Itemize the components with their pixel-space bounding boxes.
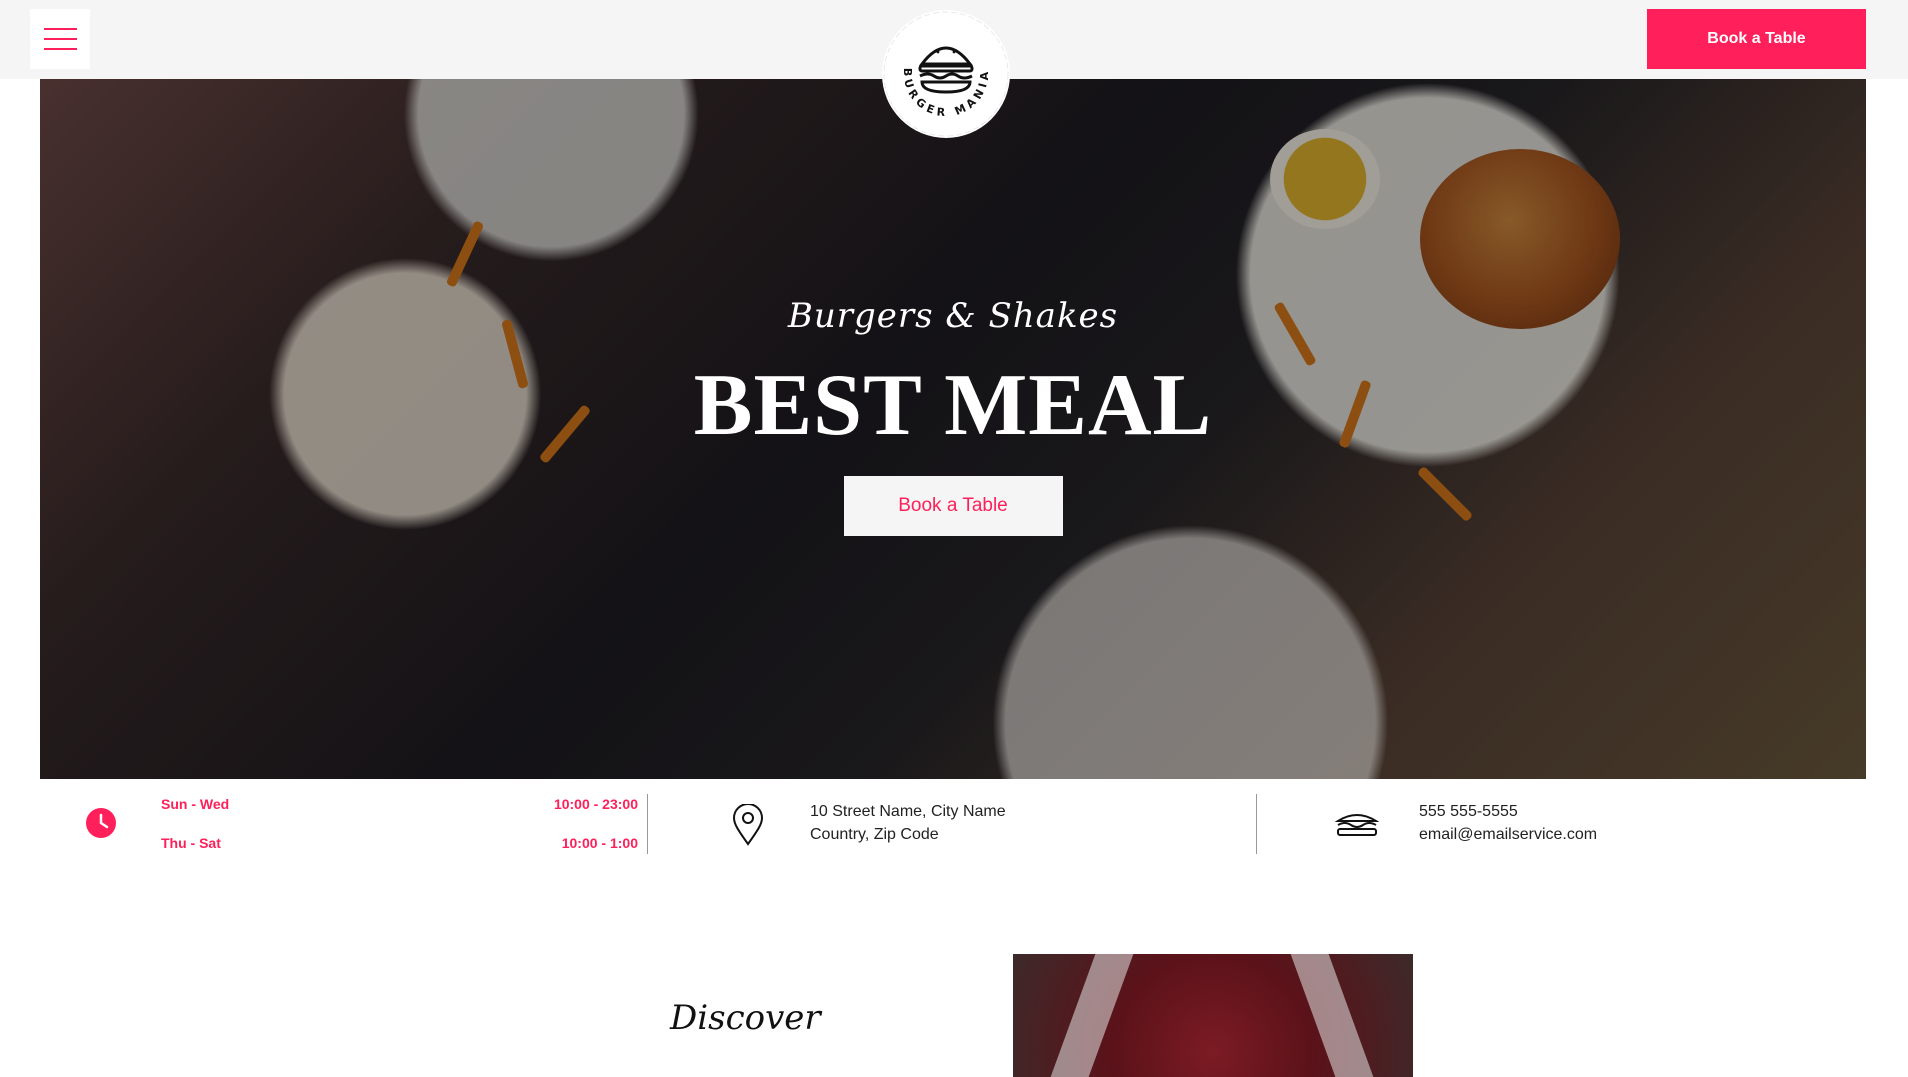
hours-day: Sun - Wed — [161, 796, 230, 812]
discover-heading: Discover — [670, 998, 821, 1038]
book-table-hero-button[interactable]: Book a Table — [843, 476, 1063, 536]
logo[interactable]: BURGER MANIA — [882, 10, 1010, 138]
discover-photo — [1013, 954, 1413, 1077]
opening-hours: Sun - Wed 10:00 - 23:00 Thu - Sat 10:00 … — [40, 779, 648, 879]
info-strip: Sun - Wed 10:00 - 23:00 Thu - Sat 10:00 … — [40, 779, 1866, 879]
hours-time: 10:00 - 1:00 — [561, 835, 638, 851]
hero-title: BEST MEAL — [693, 357, 1213, 454]
hours-time: 10:00 - 23:00 — [553, 796, 638, 812]
menu-icon-line — [43, 28, 77, 30]
menu-icon-line — [43, 48, 77, 50]
menu-button[interactable] — [30, 9, 90, 69]
address-block: 10 Street Name, City Name Country, Zip C… — [648, 779, 1257, 879]
hero-content: Burgers & Shakes BEST MEAL Book a Table — [40, 79, 1866, 779]
hero-subtitle: Burgers & Shakes — [787, 296, 1119, 336]
email-address[interactable]: email@emailservice.com — [1419, 826, 1597, 844]
menu-icon-line — [43, 38, 77, 40]
book-table-header-button[interactable]: Book a Table — [1647, 9, 1866, 69]
clock-icon — [86, 808, 116, 838]
sandwich-icon — [1335, 814, 1379, 836]
photo-detail — [1290, 954, 1374, 1077]
map-pin-icon — [732, 804, 764, 846]
hero-banner: Burgers & Shakes BEST MEAL Book a Table — [40, 79, 1866, 779]
hours-day: Thu - Sat — [161, 835, 221, 851]
phone-number[interactable]: 555 555-5555 — [1419, 803, 1518, 821]
address-line: Country, Zip Code — [810, 826, 939, 843]
address-line: 10 Street Name, City Name — [810, 803, 1006, 820]
contact-block: 555 555-5555 email@emailservice.com — [1257, 779, 1866, 879]
photo-detail — [1050, 954, 1134, 1077]
burger-logo-icon: BURGER MANIA — [883, 11, 1009, 137]
